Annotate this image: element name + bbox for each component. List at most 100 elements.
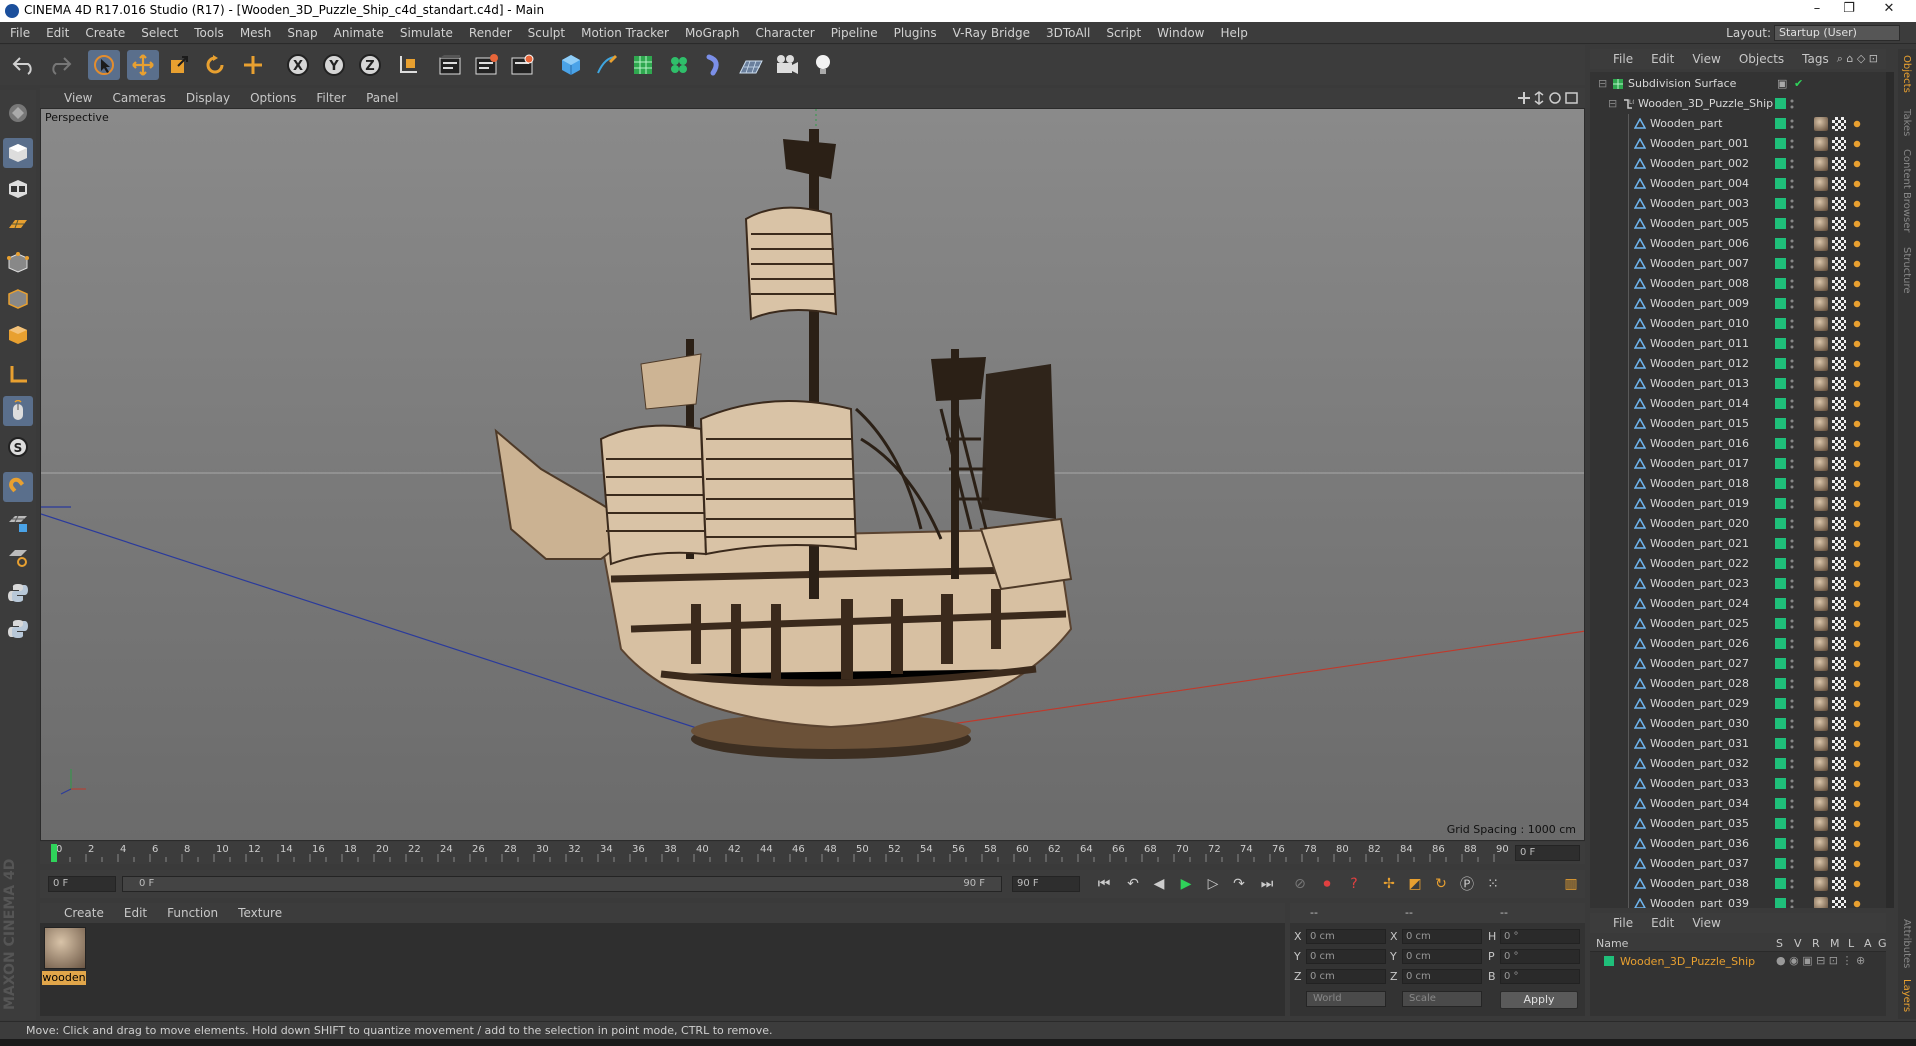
material-tag-icon[interactable] <box>1814 777 1828 791</box>
layer-color-swatch[interactable] <box>1775 438 1786 449</box>
material-tag-icon[interactable] <box>1814 837 1828 851</box>
visibility-dots-icon[interactable] <box>1790 278 1794 290</box>
visibility-dots-icon[interactable] <box>1790 578 1794 590</box>
phong-tag-icon[interactable] <box>1850 877 1864 891</box>
subdivision-surface-button[interactable] <box>627 50 659 80</box>
cube-primitive-button[interactable] <box>555 50 587 80</box>
autokey-button[interactable]: ? <box>1343 874 1365 894</box>
phong-tag-icon[interactable] <box>1850 237 1864 251</box>
go-to-end-button[interactable]: ⏭ <box>1256 874 1278 894</box>
material-tag-icon[interactable] <box>1814 457 1828 471</box>
tab-takes[interactable]: Takes <box>1901 109 1912 136</box>
visibility-dots-icon[interactable] <box>1790 778 1794 790</box>
coordinate-mode-dropdown[interactable]: World <box>1306 991 1386 1007</box>
uvw-tag-icon[interactable] <box>1832 797 1846 811</box>
layer-color-swatch[interactable] <box>1775 238 1786 249</box>
object-row-group[interactable]: ⊟ L0 Wooden_3D_Puzzle_Ship <box>1590 94 1886 114</box>
object-row-part[interactable]: Wooden_part_021 <box>1590 534 1886 554</box>
enabled-check-icon[interactable]: ✔ <box>1794 77 1803 90</box>
object-row-part[interactable]: Wooden_part_028 <box>1590 674 1886 694</box>
phong-tag-icon[interactable] <box>1850 177 1864 191</box>
layer-toggle-icons[interactable]: ● ◉ ▣ ⊟ ⊡ ⋮ ⊕ <box>1776 954 1865 967</box>
uvw-tag-icon[interactable] <box>1832 137 1846 151</box>
uvw-tag-icon[interactable] <box>1832 897 1846 908</box>
uvw-tag-icon[interactable] <box>1832 837 1846 851</box>
visibility-dots-icon[interactable] <box>1790 498 1794 510</box>
layer-color-swatch[interactable] <box>1775 798 1786 809</box>
menu-animate[interactable]: Animate <box>326 26 392 40</box>
object-row-part[interactable]: Wooden_part_032 <box>1590 754 1886 774</box>
layer-color-swatch[interactable] <box>1775 398 1786 409</box>
layer-color-swatch[interactable] <box>1775 338 1786 349</box>
visibility-dots-icon[interactable] <box>1790 838 1794 850</box>
visibility-dots-icon[interactable] <box>1790 678 1794 690</box>
menu-mograph[interactable]: MoGraph <box>677 26 748 40</box>
layer-color-swatch[interactable] <box>1775 298 1786 309</box>
menu-script[interactable]: Script <box>1098 26 1149 40</box>
phong-tag-icon[interactable] <box>1850 717 1864 731</box>
visibility-dots-icon[interactable] <box>1790 798 1794 810</box>
menu-help[interactable]: Help <box>1212 26 1255 40</box>
layer-color-swatch[interactable] <box>1775 318 1786 329</box>
object-row-part[interactable]: Wooden_part_001 <box>1590 134 1886 154</box>
visibility-dots-icon[interactable] <box>1790 618 1794 630</box>
make-editable-button[interactable] <box>3 98 33 128</box>
object-row-part[interactable]: Wooden_part_035 <box>1590 814 1886 834</box>
menu-vray-bridge[interactable]: V-Ray Bridge <box>945 26 1038 40</box>
layer-color-swatch[interactable] <box>1775 478 1786 489</box>
lm-menu-file[interactable]: File <box>1604 916 1642 930</box>
material-tag-icon[interactable] <box>1814 297 1828 311</box>
layer-color-swatch[interactable] <box>1775 678 1786 689</box>
layer-name[interactable]: Wooden_3D_Puzzle_Ship <box>1620 955 1755 968</box>
phong-tag-icon[interactable] <box>1850 837 1864 851</box>
object-row-part[interactable]: Wooden_part_025 <box>1590 614 1886 634</box>
material-tag-icon[interactable] <box>1814 817 1828 831</box>
material-tag-icon[interactable] <box>1814 717 1828 731</box>
phong-tag-icon[interactable] <box>1850 477 1864 491</box>
material-tag-icon[interactable] <box>1814 157 1828 171</box>
object-row-part[interactable]: Wooden_part_030 <box>1590 714 1886 734</box>
layer-color-swatch[interactable] <box>1775 778 1786 789</box>
menu-edit[interactable]: Edit <box>38 26 77 40</box>
timeline-playhead[interactable] <box>51 844 57 862</box>
uvw-tag-icon[interactable] <box>1832 777 1846 791</box>
material-tag-icon[interactable] <box>1814 477 1828 491</box>
layer-color-swatch[interactable] <box>1775 98 1786 109</box>
material-tag-icon[interactable] <box>1814 897 1828 908</box>
tab-attributes[interactable]: Attributes <box>1901 919 1912 968</box>
position-x-field[interactable]: 0 cm <box>1306 929 1386 944</box>
material-tag-icon[interactable] <box>1814 417 1828 431</box>
visibility-dots-icon[interactable] <box>1790 178 1794 190</box>
visibility-dots-icon[interactable] <box>1790 518 1794 530</box>
material-tag-icon[interactable] <box>1814 177 1828 191</box>
object-row-part[interactable]: Wooden_part_015 <box>1590 414 1886 434</box>
material-menu-edit[interactable]: Edit <box>114 906 157 920</box>
object-row-subdivision-surface[interactable]: ⊟ Subdivision Surface ▣ ✔ <box>1590 74 1886 94</box>
scale-tool-button[interactable] <box>163 50 195 80</box>
object-row-part[interactable]: Wooden_part_002 <box>1590 154 1886 174</box>
layer-color-swatch[interactable] <box>1604 956 1614 966</box>
uvw-tag-icon[interactable] <box>1832 217 1846 231</box>
deformer-button[interactable] <box>699 50 731 80</box>
object-row-part[interactable]: Wooden_part_003 <box>1590 194 1886 214</box>
visibility-dots-icon[interactable] <box>1790 818 1794 830</box>
layer-color-swatch[interactable] <box>1775 738 1786 749</box>
material-tag-icon[interactable] <box>1814 137 1828 151</box>
visibility-dots-icon[interactable] <box>1790 738 1794 750</box>
visibility-dots-icon[interactable] <box>1790 158 1794 170</box>
uvw-tag-icon[interactable] <box>1832 457 1846 471</box>
phong-tag-icon[interactable] <box>1850 117 1864 131</box>
tweak-mode-button[interactable] <box>3 396 33 426</box>
visibility-dots-icon[interactable] <box>1790 478 1794 490</box>
phong-tag-icon[interactable] <box>1850 197 1864 211</box>
object-row-part[interactable]: Wooden_part_037 <box>1590 854 1886 874</box>
layer-color-swatch[interactable] <box>1775 158 1786 169</box>
material-tag-icon[interactable] <box>1814 797 1828 811</box>
phong-tag-icon[interactable] <box>1850 677 1864 691</box>
menu-character[interactable]: Character <box>747 26 822 40</box>
object-row-part[interactable]: Wooden_part_034 <box>1590 794 1886 814</box>
go-to-start-button[interactable]: ⏮ <box>1093 874 1115 894</box>
phong-tag-icon[interactable] <box>1850 737 1864 751</box>
floor-button[interactable] <box>735 50 767 80</box>
phong-tag-icon[interactable] <box>1850 897 1864 908</box>
